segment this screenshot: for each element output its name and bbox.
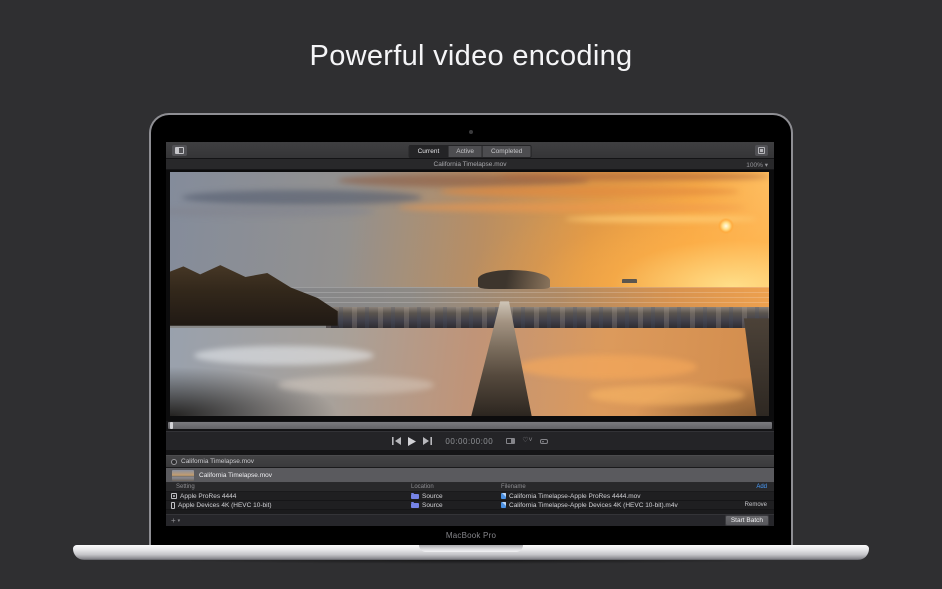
video-viewer bbox=[166, 170, 774, 421]
view-segmented-control: Current Active Completed bbox=[409, 145, 532, 158]
output-filename: California Timelapse-Apple ProRes 4444.m… bbox=[509, 493, 641, 500]
file-icon bbox=[501, 493, 506, 500]
source-thumbnail bbox=[172, 470, 194, 481]
batch-group-title: California Timelapse.mov bbox=[181, 458, 254, 465]
compare-icon bbox=[506, 438, 515, 444]
artwork-pool bbox=[170, 328, 769, 416]
clip-icon bbox=[171, 459, 177, 465]
add-output-link[interactable]: Add bbox=[756, 484, 767, 490]
toolbar: Current Active Completed bbox=[166, 142, 774, 159]
play-button[interactable] bbox=[408, 437, 416, 446]
next-frame-button[interactable] bbox=[423, 437, 432, 445]
feedback-button[interactable] bbox=[540, 439, 548, 444]
scrubber-track[interactable] bbox=[168, 422, 772, 429]
column-location: Location bbox=[411, 484, 434, 490]
batch-group-header[interactable]: California Timelapse.mov bbox=[166, 455, 774, 468]
folder-icon bbox=[411, 503, 419, 508]
inspector-icon bbox=[758, 147, 765, 154]
tab-completed[interactable]: Completed bbox=[483, 146, 530, 157]
zoom-level-dropdown[interactable]: 100% ▾ bbox=[746, 161, 768, 169]
remove-output-link[interactable]: Remove bbox=[745, 502, 767, 508]
sidebar-toggle-button[interactable] bbox=[172, 145, 187, 156]
preview-titlebar: California Timelapse.mov 100% ▾ bbox=[166, 159, 774, 170]
artwork-seawall bbox=[326, 307, 769, 329]
folder-icon bbox=[411, 494, 419, 499]
preview-title: California Timelapse.mov bbox=[434, 161, 507, 168]
artwork-sun bbox=[718, 218, 734, 234]
prores-setting-icon bbox=[171, 493, 177, 499]
webcam-dot bbox=[469, 130, 473, 134]
compare-view-button[interactable] bbox=[506, 438, 515, 444]
macbook-base bbox=[73, 545, 869, 560]
speech-bubble-icon bbox=[540, 439, 548, 444]
timecode-display: 00:00:00:00 bbox=[445, 437, 493, 446]
source-name: California Timelapse.mov bbox=[199, 472, 272, 479]
playhead[interactable] bbox=[170, 422, 173, 429]
add-job-menu-button[interactable]: + ▾ bbox=[171, 517, 180, 525]
location-name: Source bbox=[422, 502, 443, 509]
compressor-window: Current Active Completed California Time… bbox=[166, 142, 774, 526]
column-filename: Filename bbox=[501, 484, 526, 490]
file-icon bbox=[501, 502, 506, 509]
lid-notch bbox=[419, 545, 523, 552]
output-filename: California Timelapse-Apple Devices 4K (H… bbox=[509, 502, 678, 509]
sidebar-icon bbox=[175, 147, 184, 154]
artwork-rock-island bbox=[478, 270, 550, 290]
columns-header: Setting Location Filename Add bbox=[166, 483, 774, 492]
artwork-ship bbox=[622, 279, 636, 283]
table-row[interactable]: Apple Devices 4K (HEVC 10-bit) Source Ca… bbox=[166, 501, 774, 510]
timeline-scrubber[interactable] bbox=[166, 421, 774, 431]
video-preview[interactable] bbox=[170, 172, 769, 416]
tab-current[interactable]: Current bbox=[410, 146, 449, 157]
previous-frame-button[interactable] bbox=[392, 437, 401, 445]
page-title: Powerful video encoding bbox=[0, 40, 942, 73]
column-setting: Setting bbox=[176, 484, 195, 490]
setting-name: Apple Devices 4K (HEVC 10-bit) bbox=[178, 502, 272, 509]
plus-icon: + bbox=[171, 517, 176, 525]
device-setting-icon bbox=[171, 502, 175, 509]
base-shadow bbox=[90, 560, 852, 565]
source-row[interactable]: California Timelapse.mov bbox=[166, 468, 774, 483]
setting-name: Apple ProRes 4444 bbox=[180, 493, 236, 500]
tab-active[interactable]: Active bbox=[448, 146, 483, 157]
device-label: MacBook Pro bbox=[151, 531, 791, 540]
location-name: Source bbox=[422, 493, 443, 500]
macbook-screen: Current Active Completed California Time… bbox=[149, 113, 793, 545]
transport-controls: 00:00:00:00 ♡˅ bbox=[166, 431, 774, 450]
start-batch-button[interactable]: Start Batch bbox=[725, 515, 769, 526]
marker-menu-button[interactable]: ♡˅ bbox=[522, 437, 532, 445]
chevron-down-icon: ▾ bbox=[178, 517, 181, 525]
table-row[interactable]: Apple ProRes 4444 Source California Time… bbox=[166, 492, 774, 501]
inspector-toggle-button[interactable] bbox=[755, 145, 768, 156]
bottom-bar: + ▾ Start Batch bbox=[166, 514, 774, 526]
artwork-sky bbox=[170, 172, 769, 287]
